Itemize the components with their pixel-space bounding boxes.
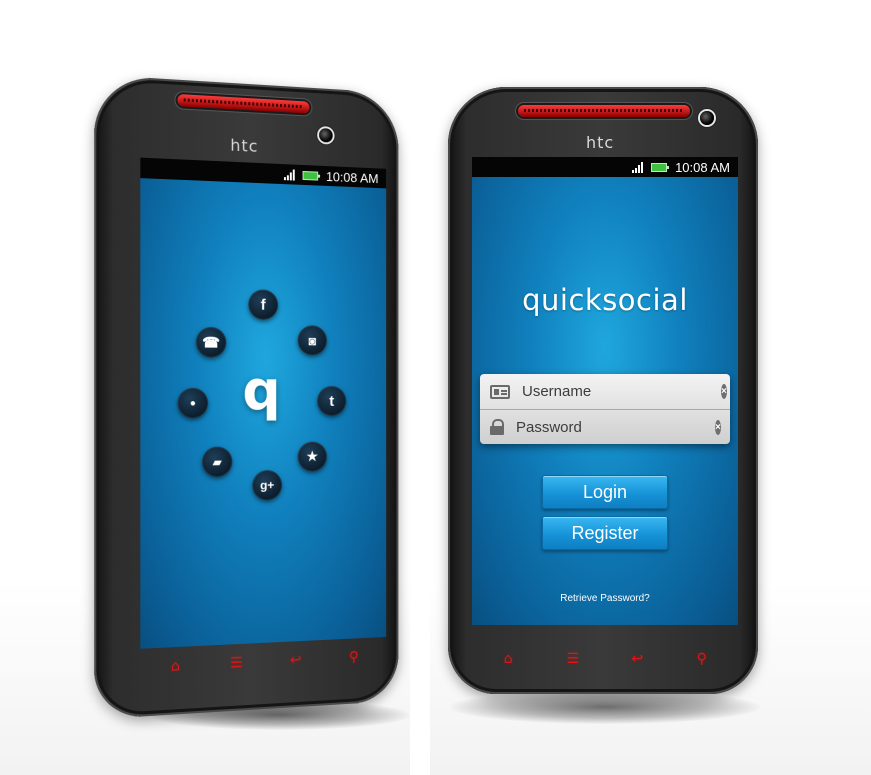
- twitter-icon[interactable]: t: [317, 386, 347, 416]
- menu-icon[interactable]: ☰: [221, 654, 251, 672]
- home-radial-menu: q f ◙ t ★ g+ ▰ ● ☎: [140, 178, 387, 649]
- menu-icon[interactable]: ☰: [558, 651, 588, 667]
- username-field-row: ×: [480, 374, 730, 409]
- id-card-icon: [490, 384, 510, 400]
- right-phone-shadow: [450, 690, 760, 724]
- retrieve-password-link[interactable]: Retrieve Password?: [472, 593, 738, 604]
- left-phone: htc 10:08 AM q f ◙ t ★ g+ ▰ ● ☎ ⌂ ☰ ↩ ⚲: [94, 74, 399, 720]
- search-icon[interactable]: ⚲: [339, 649, 368, 666]
- signal-icon: [632, 161, 644, 173]
- status-time: 10:08 AM: [325, 168, 379, 186]
- brand-logo: htc: [230, 135, 259, 156]
- search-icon[interactable]: ⚲: [687, 651, 717, 667]
- nav-keys: ⌂ ☰ ↩ ⚲: [476, 643, 734, 675]
- home-icon[interactable]: ⌂: [160, 658, 191, 676]
- front-camera: [700, 111, 714, 125]
- status-time: 10:08 AM: [675, 159, 730, 175]
- front-camera: [319, 128, 333, 143]
- lock-icon: [490, 419, 504, 435]
- back-icon[interactable]: ↩: [281, 652, 310, 669]
- chat-icon[interactable]: ▰: [201, 446, 233, 478]
- status-bar: 10:08 AM: [472, 157, 738, 177]
- camera-icon[interactable]: ◙: [297, 325, 327, 356]
- phone-screen: 10:08 AM q f ◙ t ★ g+ ▰ ● ☎: [140, 157, 387, 649]
- battery-icon: [302, 170, 319, 181]
- earpiece-speaker: [177, 93, 310, 114]
- brand-logo: htc: [586, 133, 615, 152]
- password-field-row: ×: [480, 409, 730, 444]
- clear-password-icon[interactable]: ×: [715, 419, 721, 435]
- password-input[interactable]: [516, 418, 715, 436]
- battery-icon: [651, 162, 670, 172]
- quicksocial-logo-icon[interactable]: q: [242, 359, 280, 422]
- home-icon[interactable]: ⌂: [493, 651, 523, 667]
- register-button[interactable]: Register: [542, 516, 668, 550]
- signal-icon: [284, 169, 295, 181]
- back-icon[interactable]: ↩: [622, 651, 652, 667]
- login-form: × ×: [480, 374, 730, 444]
- phone-icon[interactable]: ☎: [195, 326, 227, 358]
- earpiece-speaker: [518, 105, 690, 117]
- right-phone: htc 10:08 AM quicksocial × × Logi: [448, 87, 758, 694]
- google-plus-icon[interactable]: g+: [252, 469, 282, 501]
- star-icon[interactable]: ★: [297, 441, 327, 472]
- phone-screen: 10:08 AM quicksocial × × Login Register …: [472, 157, 738, 625]
- login-button[interactable]: Login: [542, 475, 668, 509]
- username-input[interactable]: [522, 383, 721, 400]
- clear-username-icon[interactable]: ×: [721, 384, 727, 399]
- app-logo: quicksocial: [522, 283, 688, 317]
- facebook-icon[interactable]: f: [248, 289, 279, 320]
- location-pin-icon[interactable]: ●: [177, 387, 209, 419]
- login-screen: quicksocial × × Login Register Retrieve …: [472, 177, 738, 625]
